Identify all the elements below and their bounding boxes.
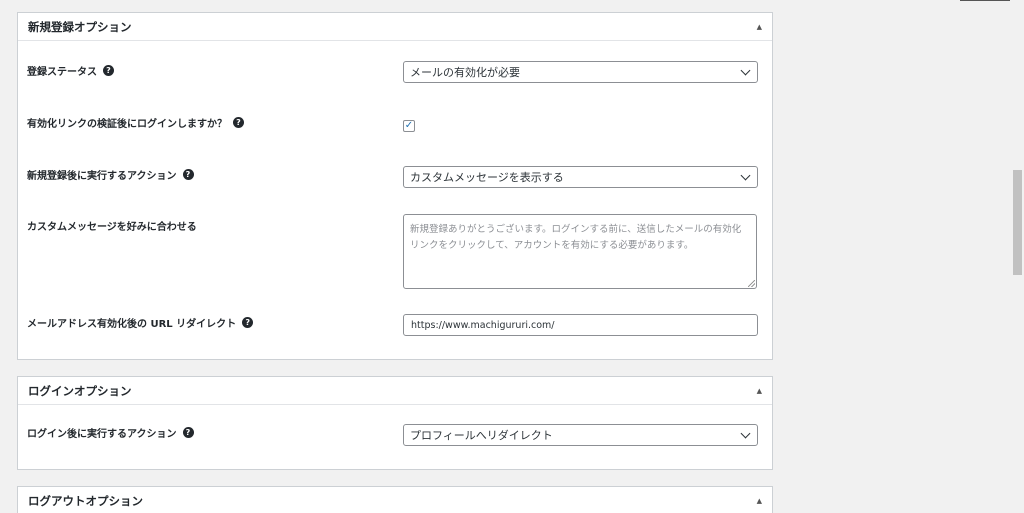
redirect-url-value: https://www.machigururi.com/ — [411, 319, 555, 331]
after-login-action-label-text: ログイン後に実行するアクション — [27, 429, 177, 440]
help-question-icon[interactable]: ? — [182, 169, 194, 180]
chevron-down-icon — [740, 428, 751, 438]
login-after-activation-label: 有効化リンクの検証後にログインしますか？ ? — [27, 115, 244, 130]
redirect-url-input[interactable]: https://www.machigururi.com/ — [403, 314, 758, 336]
after-login-action-value: プロフィールへリダイレクト — [410, 429, 553, 442]
after-login-action-select[interactable]: プロフィールへリダイレクト — [403, 424, 758, 446]
collapse-triangle-icon[interactable]: ▲ — [757, 23, 762, 31]
after-registration-action-label: 新規登録後に実行するアクション ? — [27, 167, 194, 182]
resize-grip-icon[interactable] — [748, 280, 755, 287]
help-question-icon[interactable]: ? — [103, 65, 114, 76]
logout-panel-title: ログアウトオプション — [28, 494, 143, 508]
custom-message-textarea[interactable]: 新規登録ありがとうございます。ログインする前に、送信したメールの有効化リンクをク… — [403, 214, 757, 289]
registration-status-select[interactable]: メールの有効化が必要 — [403, 61, 758, 83]
registration-panel-header[interactable]: 新規登録オプション ▲ — [18, 13, 772, 41]
registration-status-label-text: 登録ステータス — [27, 67, 97, 78]
registration-status-value: メールの有効化が必要 — [410, 66, 520, 79]
registration-options-panel: 新規登録オプション ▲ 登録ステータス ? メールの有効化が必要 有効化リンクの… — [17, 12, 773, 360]
login-panel-title: ログインオプション — [28, 383, 132, 398]
login-options-panel: ログインオプション ▲ ログイン後に実行するアクション ? プロフィールへリダイ… — [17, 376, 773, 470]
after-registration-action-label-text: 新規登録後に実行するアクション — [27, 171, 177, 182]
redirect-url-label: メールアドレス有効化後の URL リダイレクト ? — [27, 315, 254, 330]
login-after-activation-label-text: 有効化リンクの検証後にログインしますか？ — [27, 119, 227, 130]
after-registration-action-select[interactable]: カスタムメッセージを表示する — [403, 166, 758, 188]
chevron-down-icon — [740, 170, 751, 180]
top-divider — [960, 0, 1010, 1]
checkmark-icon: ✓ — [404, 120, 414, 131]
custom-message-placeholder: 新規登録ありがとうございます。ログインする前に、送信したメールの有効化リンクをク… — [410, 224, 742, 251]
help-question-icon[interactable]: ? — [182, 427, 194, 438]
scrollbar-thumb[interactable] — [1013, 170, 1022, 275]
registration-status-label: 登録ステータス ? — [27, 63, 114, 78]
logout-panel-header[interactable]: ログアウトオプション ▲ — [18, 487, 772, 513]
login-panel-header[interactable]: ログインオプション ▲ — [18, 377, 772, 405]
collapse-triangle-icon[interactable]: ▲ — [757, 497, 762, 505]
redirect-url-label-text: メールアドレス有効化後の URL リダイレクト — [27, 319, 237, 330]
help-question-icon[interactable]: ? — [233, 117, 244, 128]
logout-options-panel: ログアウトオプション ▲ — [17, 486, 773, 513]
collapse-triangle-icon[interactable]: ▲ — [757, 387, 762, 395]
after-login-action-label: ログイン後に実行するアクション ? — [27, 425, 194, 440]
registration-panel-title: 新規登録オプション — [28, 19, 132, 34]
login-after-activation-checkbox[interactable]: ✓ — [403, 120, 415, 132]
custom-message-label-text: カスタムメッセージを好みに合わせる — [27, 222, 197, 233]
after-registration-action-value: カスタムメッセージを表示する — [410, 171, 564, 184]
help-question-icon[interactable]: ? — [242, 317, 254, 328]
custom-message-label: カスタムメッセージを好みに合わせる — [27, 218, 197, 233]
chevron-down-icon — [740, 65, 751, 75]
